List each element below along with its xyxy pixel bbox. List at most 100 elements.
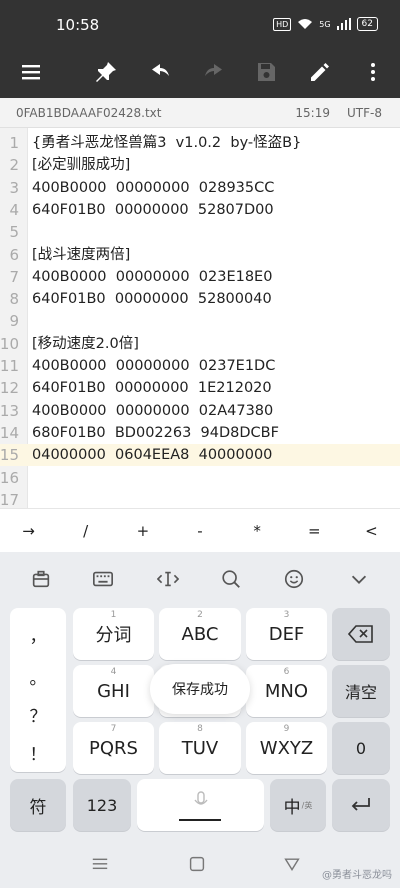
key-3-def[interactable]: 3 DEF (246, 608, 327, 660)
symbol-key[interactable]: 符 (10, 779, 66, 831)
key-2-abc[interactable]: 2 ABC (159, 608, 241, 660)
line-text: 400B0000 00000000 0237E1DC (32, 358, 276, 374)
hd-badge: HD (273, 17, 292, 31)
editor-line[interactable]: 12 640F01B0 00000000 1E212020 (0, 377, 400, 399)
cursor-position: 15:19 (295, 106, 330, 120)
undo-icon[interactable] (144, 56, 176, 88)
symbol-key[interactable]: - (171, 509, 228, 552)
wifi-icon (298, 19, 313, 29)
edit-icon[interactable] (304, 56, 336, 88)
enter-icon (351, 798, 370, 811)
editor-line[interactable]: 8 640F01B0 00000000 52800040 (0, 288, 400, 310)
line-text: 400B0000 00000000 023E18E0 (32, 268, 273, 285)
editor-line[interactable]: 13 400B0000 00000000 02A47380 (0, 400, 400, 422)
line-text: 640F01B0 00000000 52800040 (32, 291, 272, 308)
file-name: 0FAB1BDAAAF02428.txt (16, 106, 162, 120)
line-number: 2 (9, 156, 19, 175)
key-7-pqrs[interactable]: 7 PQRS (73, 722, 154, 774)
editor-line[interactable]: 15 04000000 0604EEA8 40000000 (0, 444, 400, 467)
collapse-keyboard-icon[interactable] (346, 566, 372, 592)
key-1-segment[interactable]: 1 分词 (73, 608, 154, 660)
cursor-move-icon[interactable] (155, 566, 181, 592)
save-success-toast: 保存成功 (150, 664, 250, 714)
key-0[interactable]: 0 (332, 722, 390, 774)
line-number: 9 (9, 312, 19, 331)
enter-key[interactable] (332, 779, 390, 831)
editor-line[interactable]: 3 400B0000 00000000 028935CC (0, 177, 400, 199)
line-number: 10 (0, 334, 19, 353)
line-text: [移动速度2.0倍] (32, 335, 139, 352)
key-4-ghi[interactable]: 4 GHI (73, 665, 154, 717)
line-text: {勇者斗恶龙怪兽篇3 v1.0.2 by-怪盗B} (32, 135, 302, 151)
punct-comma[interactable]: ， (10, 622, 66, 647)
line-text: 400B0000 00000000 028935CC (32, 179, 275, 196)
line-text: 640F01B0 00000000 52807D00 (32, 201, 274, 218)
line-number: 5 (9, 223, 19, 242)
save-icon[interactable] (250, 56, 282, 88)
editor-line[interactable]: 1 {勇者斗恶龙怪兽篇3 v1.0.2 by-怪盗B} (0, 132, 400, 154)
keyboard-icon[interactable] (90, 566, 116, 592)
home-icon[interactable] (187, 854, 207, 874)
line-number: 13 (0, 401, 19, 420)
editor-line[interactable]: 6 [战斗速度两倍] (0, 244, 400, 266)
menu-icon[interactable] (15, 56, 47, 88)
line-number: 14 (0, 423, 19, 442)
punct-exclamation[interactable]: ！ (10, 740, 66, 765)
symbol-key[interactable]: = (286, 509, 343, 552)
editor-line[interactable]: 14 680F01B0 BD002263 94D8DCBF (0, 422, 400, 444)
file-encoding[interactable]: UTF-8 (347, 106, 382, 120)
line-number: 1 (9, 134, 19, 152)
keyboard-toolbar (0, 552, 400, 604)
network-label: 5G (319, 19, 331, 29)
symbol-key[interactable]: * (229, 509, 286, 552)
line-text: 680F01B0 BD002263 94D8DCBF (32, 424, 279, 441)
pin-icon[interactable] (90, 56, 122, 88)
redo-icon[interactable] (198, 56, 230, 88)
editor-toolbar (0, 46, 400, 98)
clipboard-icon[interactable] (28, 566, 54, 592)
key-6-mno[interactable]: 6 MNO (246, 665, 327, 717)
emoji-icon[interactable] (281, 566, 307, 592)
key-9-wxyz[interactable]: 9 WXYZ (246, 722, 327, 774)
language-toggle-key[interactable]: 中/英 (270, 779, 326, 831)
line-text: 640F01B0 00000000 1E212020 (32, 380, 272, 397)
text-editor[interactable]: 1 {勇者斗恶龙怪兽篇3 v1.0.2 by-怪盗B} 2 [必定驯服成功] 3 400B… (0, 128, 400, 509)
numeric-key[interactable]: 123 (73, 779, 131, 831)
status-bar: 10:58 HD 5G 62 (0, 0, 400, 46)
line-number: 3 (9, 178, 19, 197)
symbol-key[interactable]: / (57, 509, 114, 552)
line-number: 6 (9, 245, 19, 264)
line-number: 16 (0, 468, 19, 487)
line-number: 4 (9, 200, 19, 219)
line-number: 12 (0, 379, 19, 398)
battery-indicator: 62 (356, 17, 378, 31)
punctuation-column[interactable]: ， 。 ？ ！ (10, 608, 66, 772)
editor-line[interactable]: 11 400B0000 00000000 0237E1DC (0, 355, 400, 377)
menu-nav-icon[interactable] (90, 854, 110, 874)
editor-line[interactable]: 9 (0, 310, 400, 332)
line-number: 11 (0, 357, 19, 375)
symbol-key[interactable]: + (114, 509, 171, 552)
space-key[interactable] (137, 779, 264, 831)
editor-line[interactable]: 7 400B0000 00000000 023E18E0 (0, 266, 400, 288)
line-text: 400B0000 00000000 02A47380 (32, 402, 274, 419)
key-8-tuv[interactable]: 8 TUV (159, 722, 241, 774)
line-number: 15 (0, 446, 19, 465)
symbol-key[interactable]: → (0, 509, 57, 552)
editor-line[interactable]: 10 [移动速度2.0倍] (0, 333, 400, 355)
backspace-key[interactable] (332, 608, 390, 660)
editor-line[interactable]: 16 (0, 467, 400, 489)
space-bar-indicator (179, 819, 221, 821)
microphone-icon (193, 791, 208, 805)
more-icon[interactable] (357, 56, 389, 88)
symbol-key[interactable]: < (343, 509, 400, 552)
clear-key[interactable]: 清空 (332, 665, 390, 717)
search-icon[interactable] (218, 566, 244, 592)
editor-line[interactable]: 4 640F01B0 00000000 52807D00 (0, 199, 400, 221)
editor-line[interactable]: 2 [必定驯服成功] (0, 154, 400, 176)
editor-line[interactable]: 5 (0, 221, 400, 243)
punct-question[interactable]: ？ (10, 702, 66, 727)
back-icon[interactable] (282, 854, 302, 874)
line-text: [战斗速度两倍] (32, 246, 131, 263)
punct-period[interactable]: 。 (10, 664, 66, 689)
